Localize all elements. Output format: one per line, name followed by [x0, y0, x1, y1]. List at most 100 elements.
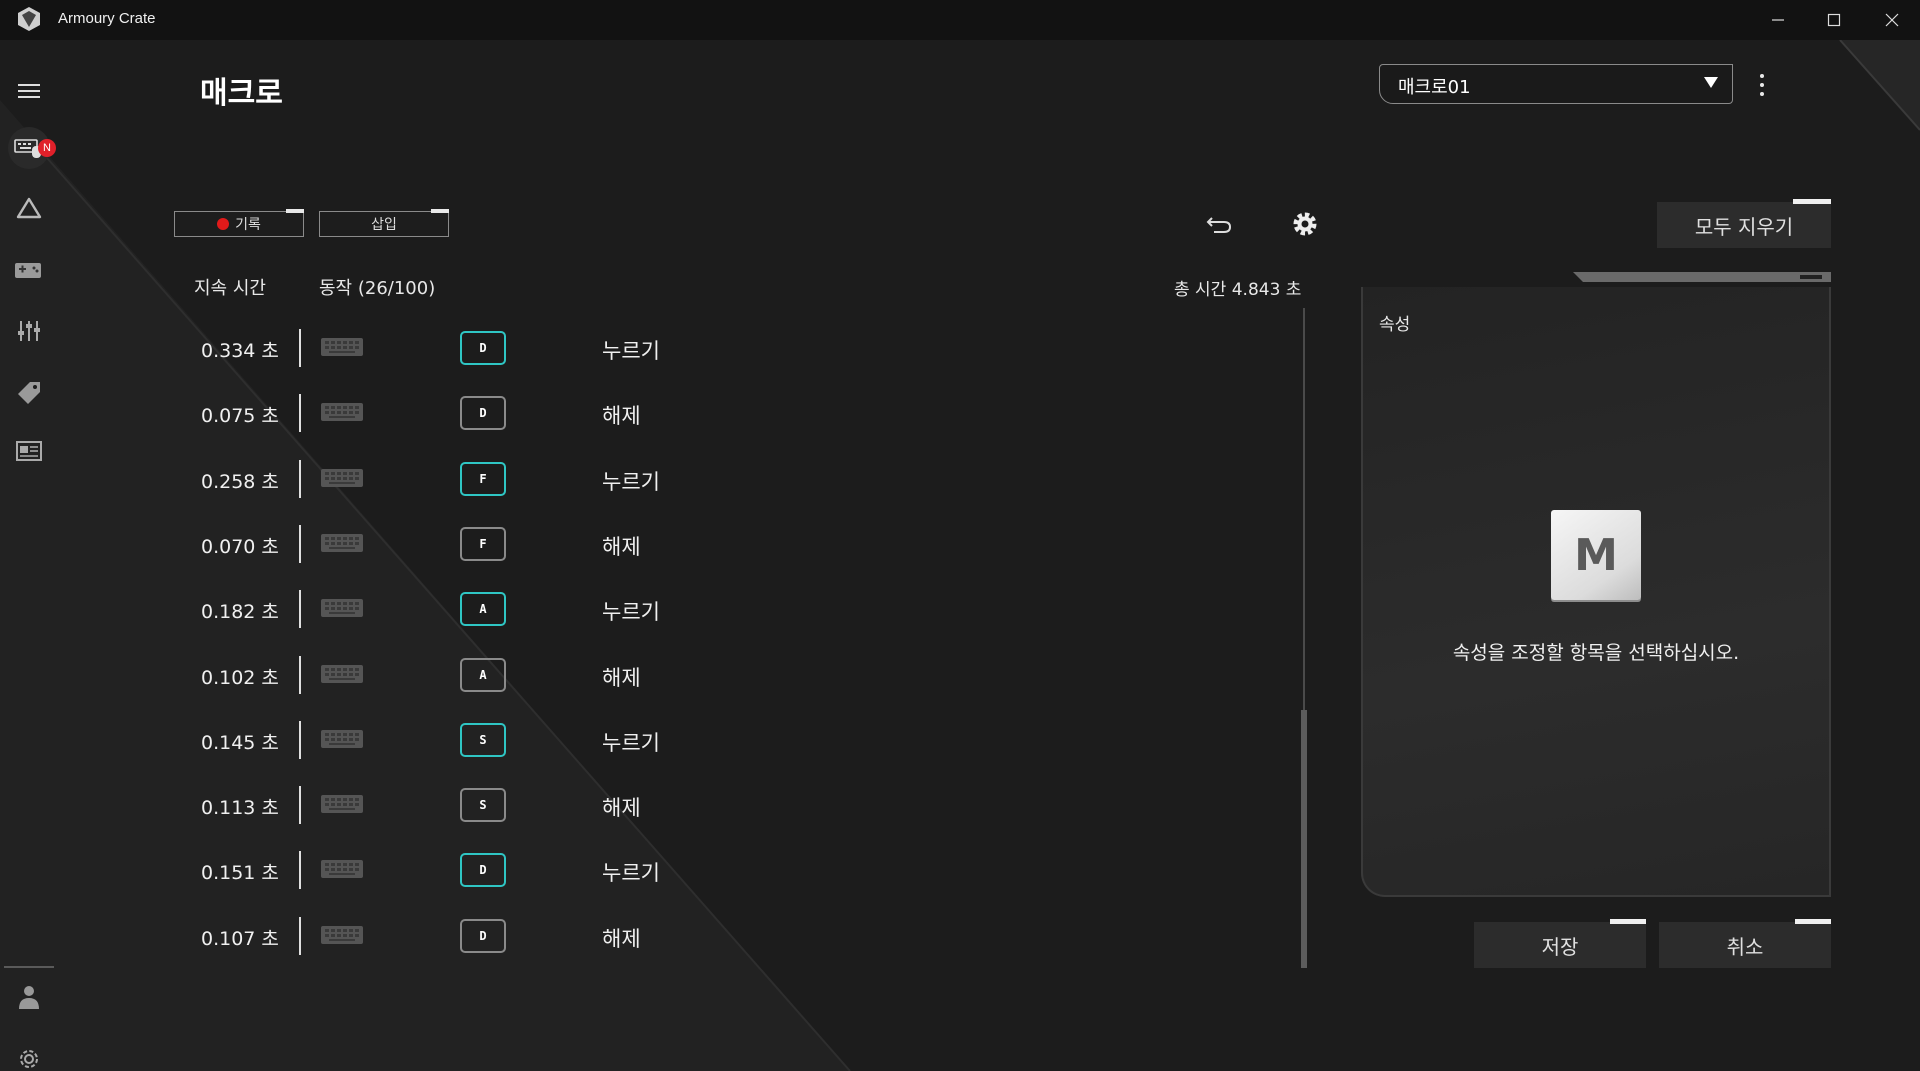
row-duration[interactable]: 0.102 초 [201, 663, 301, 690]
chevron-down-icon [1704, 77, 1718, 88]
keyboard-icon [320, 597, 366, 621]
total-time: 총 시간 4.843 초 [1174, 280, 1302, 300]
more-options-button[interactable] [1752, 70, 1772, 100]
row-duration[interactable]: 0.075 초 [201, 401, 301, 428]
keyboard-icon [320, 663, 366, 687]
table-row[interactable]: 0.070 초 F 해제 [190, 520, 1290, 570]
keycap: D [460, 918, 506, 953]
sidebar-item-deals[interactable] [8, 370, 50, 412]
table-row[interactable]: 0.182 초 A 누르기 [190, 585, 1290, 635]
row-action: 해제 [602, 665, 641, 690]
profile-dropdown[interactable]: 매크로01 [1379, 64, 1733, 104]
gamevisual-icon [15, 263, 41, 278]
table-row[interactable]: 0.151 초 D 누르기 [190, 846, 1290, 896]
close-button[interactable] [1864, 0, 1920, 40]
save-button[interactable]: 저장 [1474, 919, 1646, 968]
record-label: 기록 [235, 217, 261, 233]
page-title: 매크로 [200, 76, 283, 111]
sidebar-item-aura[interactable] [8, 187, 50, 229]
column-header-duration: 지속 시간 [194, 278, 266, 299]
row-duration[interactable]: 0.113 초 [201, 793, 301, 820]
keycap: D [460, 331, 506, 365]
keyboard-icon [320, 728, 366, 752]
keycap: D [460, 396, 506, 431]
deals-icon [18, 382, 40, 404]
undo-icon [1206, 217, 1232, 233]
app-title: Armoury Crate [58, 10, 156, 27]
row-divider [299, 459, 301, 498]
row-divider [299, 524, 301, 563]
profile-dropdown-value: 매크로01 [1398, 77, 1471, 98]
table-row[interactable]: 0.113 초 S 해제 [190, 781, 1290, 831]
news-icon [16, 441, 42, 461]
row-duration[interactable]: 0.107 초 [201, 924, 301, 951]
table-row[interactable]: 0.075 초 D 해제 [190, 389, 1290, 439]
record-button[interactable]: 기록 [174, 209, 304, 237]
table-row[interactable]: 0.102 초 A 해제 [190, 651, 1290, 701]
row-action: 누르기 [602, 339, 660, 363]
record-dot-icon [217, 218, 230, 230]
user-icon [19, 986, 39, 1009]
row-duration[interactable]: 0.145 초 [201, 728, 301, 755]
maximize-button[interactable] [1806, 0, 1862, 40]
properties-hint: 속성을 조정할 항목을 선택하십시오. [1452, 642, 1740, 664]
table-row[interactable]: 0.334 초 D 누르기 [190, 324, 1290, 374]
row-duration[interactable]: 0.258 초 [201, 467, 301, 494]
sidebar-item-settings[interactable] [8, 1038, 50, 1071]
keyboard-icon [320, 858, 366, 882]
gear-icon [1293, 212, 1317, 236]
row-action: 누르기 [602, 861, 660, 886]
title-bar: Armoury Crate [0, 0, 1920, 40]
keycap: D [460, 853, 506, 888]
row-divider [299, 329, 301, 367]
clear-all-button[interactable]: 모두 지우기 [1657, 199, 1831, 248]
row-action: 해제 [602, 534, 641, 559]
row-duration[interactable]: 0.070 초 [201, 532, 301, 559]
sidebar-divider [4, 966, 54, 968]
keyboard-icon [320, 924, 366, 948]
sidebar-item-gamevisual[interactable] [8, 249, 50, 291]
minimize-icon [1772, 19, 1784, 21]
row-divider [299, 590, 301, 629]
row-action: 누르기 [602, 730, 660, 755]
kebab-dot-icon [1760, 74, 1764, 78]
properties-title: 속성 [1379, 315, 1411, 335]
keyboard-icon [320, 467, 366, 491]
sidebar-item-user[interactable] [8, 976, 50, 1018]
keycap: A [460, 592, 506, 627]
row-action: 누르기 [602, 469, 660, 494]
kebab-dot-icon [1760, 92, 1764, 96]
sidebar-item-news[interactable] [8, 430, 50, 472]
row-divider [299, 851, 301, 890]
kebab-dot-icon [1760, 83, 1764, 87]
undo-button[interactable] [1199, 204, 1239, 244]
row-duration[interactable]: 0.334 초 [201, 336, 301, 363]
cancel-button[interactable]: 취소 [1659, 919, 1831, 968]
row-divider [299, 720, 301, 759]
macro-settings-button[interactable] [1285, 204, 1325, 244]
sidebar: N [0, 40, 58, 1071]
table-row[interactable]: 0.145 초 S 누르기 [190, 716, 1290, 766]
sidebar-menu-button[interactable] [8, 70, 50, 112]
keycap: S [460, 722, 506, 757]
keycap: F [460, 461, 506, 496]
row-action: 누르기 [602, 600, 660, 625]
keyboard-icon [320, 532, 366, 556]
settings-icon [20, 1050, 38, 1068]
scrollbar-thumb[interactable] [1301, 710, 1307, 968]
table-row[interactable]: 0.258 초 F 누르기 [190, 455, 1290, 505]
minimize-button[interactable] [1750, 0, 1806, 40]
macro-key-icon: M [1551, 510, 1641, 600]
row-divider [299, 655, 301, 694]
close-icon [1885, 13, 1899, 27]
sidebar-item-equalizer[interactable] [8, 310, 50, 352]
row-duration[interactable]: 0.182 초 [201, 597, 301, 624]
keyboard-icon [320, 793, 366, 817]
maximize-icon [1827, 13, 1841, 27]
insert-button[interactable]: 삽입 [319, 209, 449, 237]
keycap: A [460, 657, 506, 692]
table-row[interactable]: 0.107 초 D 해제 [190, 912, 1290, 962]
properties-panel-tab-mark [1800, 275, 1822, 279]
row-duration[interactable]: 0.151 초 [201, 858, 301, 885]
aura-icon [16, 197, 42, 219]
